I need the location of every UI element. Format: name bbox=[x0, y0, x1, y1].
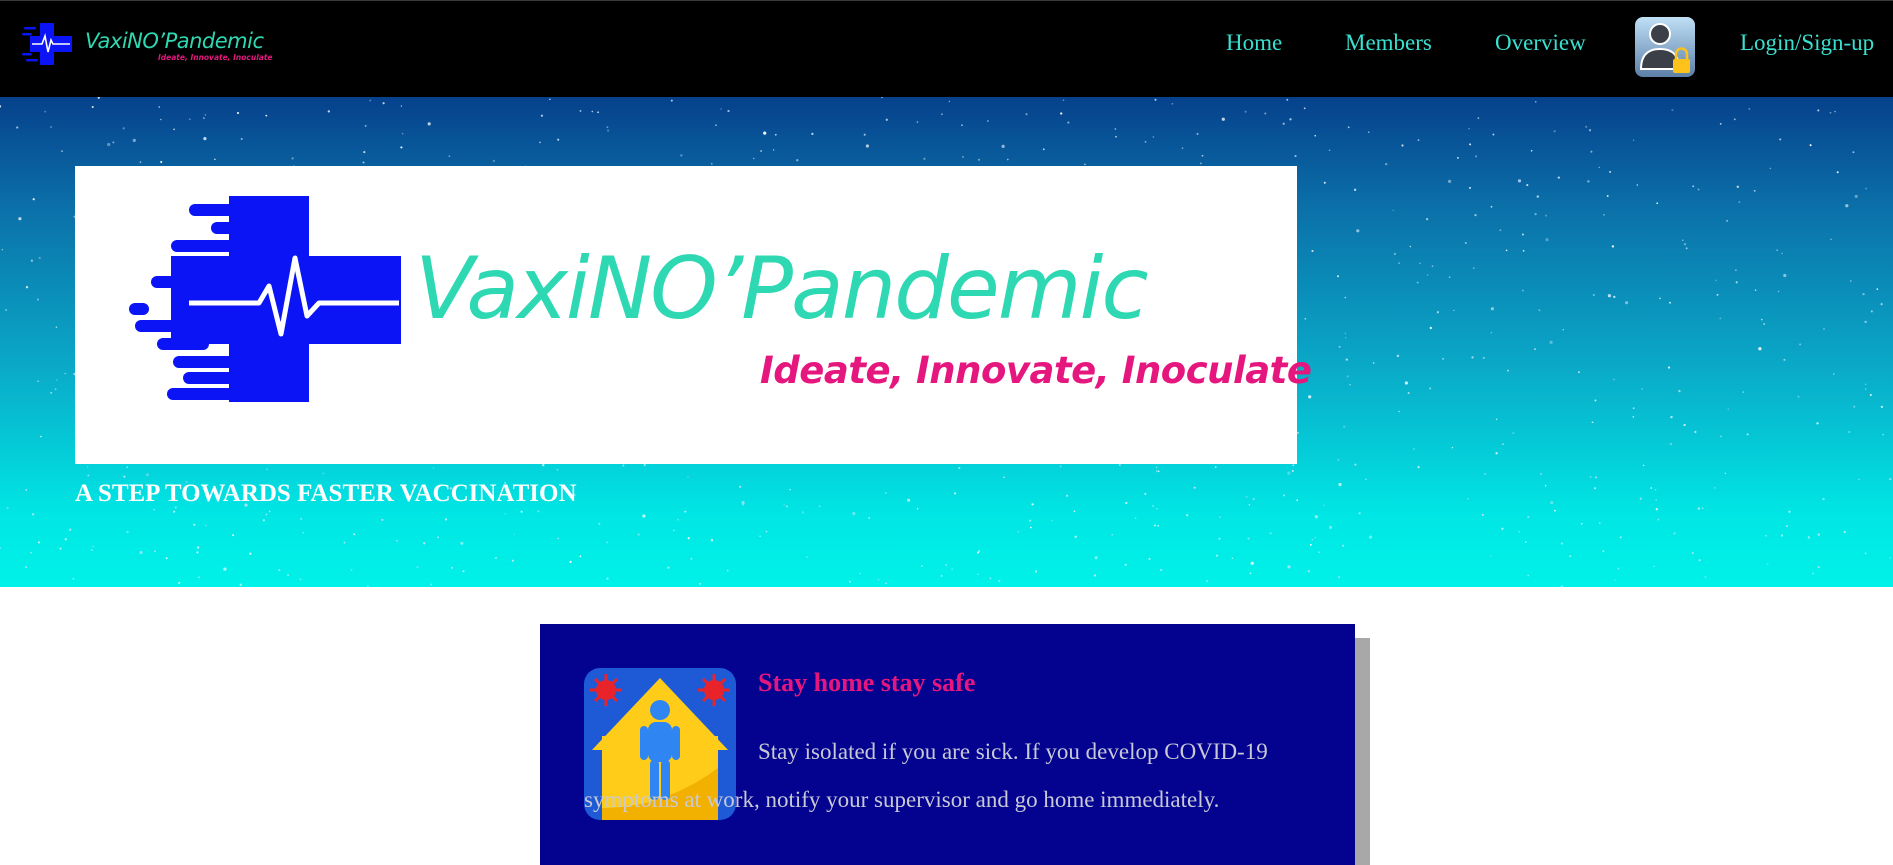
navbar: VaxiNO’Pandemic Ideate, Innovate, Inocul… bbox=[0, 0, 1893, 97]
info-card: Stay home stay safe Stay isolated if you… bbox=[540, 624, 1355, 865]
nav-home-link[interactable]: Home bbox=[1226, 30, 1282, 56]
medical-cross-pulse-icon bbox=[129, 196, 401, 402]
hero-brand-name: VaxiNO’Pandemic bbox=[415, 239, 1149, 339]
user-lock-icon[interactable] bbox=[1635, 17, 1695, 77]
hero-section: VaxiNO’Pandemic Ideate, Innovate, Inocul… bbox=[0, 97, 1893, 587]
medical-cross-pulse-icon bbox=[22, 23, 72, 65]
text-indent bbox=[584, 749, 758, 759]
card-title: Stay home stay safe bbox=[758, 668, 976, 697]
brand-name: VaxiNO’Pandemic bbox=[85, 29, 264, 53]
nav-members-link[interactable]: Members bbox=[1345, 30, 1432, 56]
hero-banner-image: VaxiNO’Pandemic Ideate, Innovate, Inocul… bbox=[75, 166, 1312, 464]
nav-login-signup-link[interactable]: Login/Sign-up bbox=[1740, 30, 1874, 56]
card-text: Stay isolated if you are sick. If you de… bbox=[584, 728, 1319, 824]
hero-subtitle: A STEP TOWARDS FASTER VACCINATION bbox=[75, 480, 577, 507]
brand-logo[interactable]: VaxiNO’Pandemic Ideate, Innovate, Inocul… bbox=[22, 19, 273, 69]
hero-brand-tagline: Ideate, Innovate, Inoculate bbox=[760, 349, 1312, 392]
brand-tagline: Ideate, Innovate, Inoculate bbox=[158, 53, 273, 62]
nav-overview-link[interactable]: Overview bbox=[1495, 30, 1586, 56]
